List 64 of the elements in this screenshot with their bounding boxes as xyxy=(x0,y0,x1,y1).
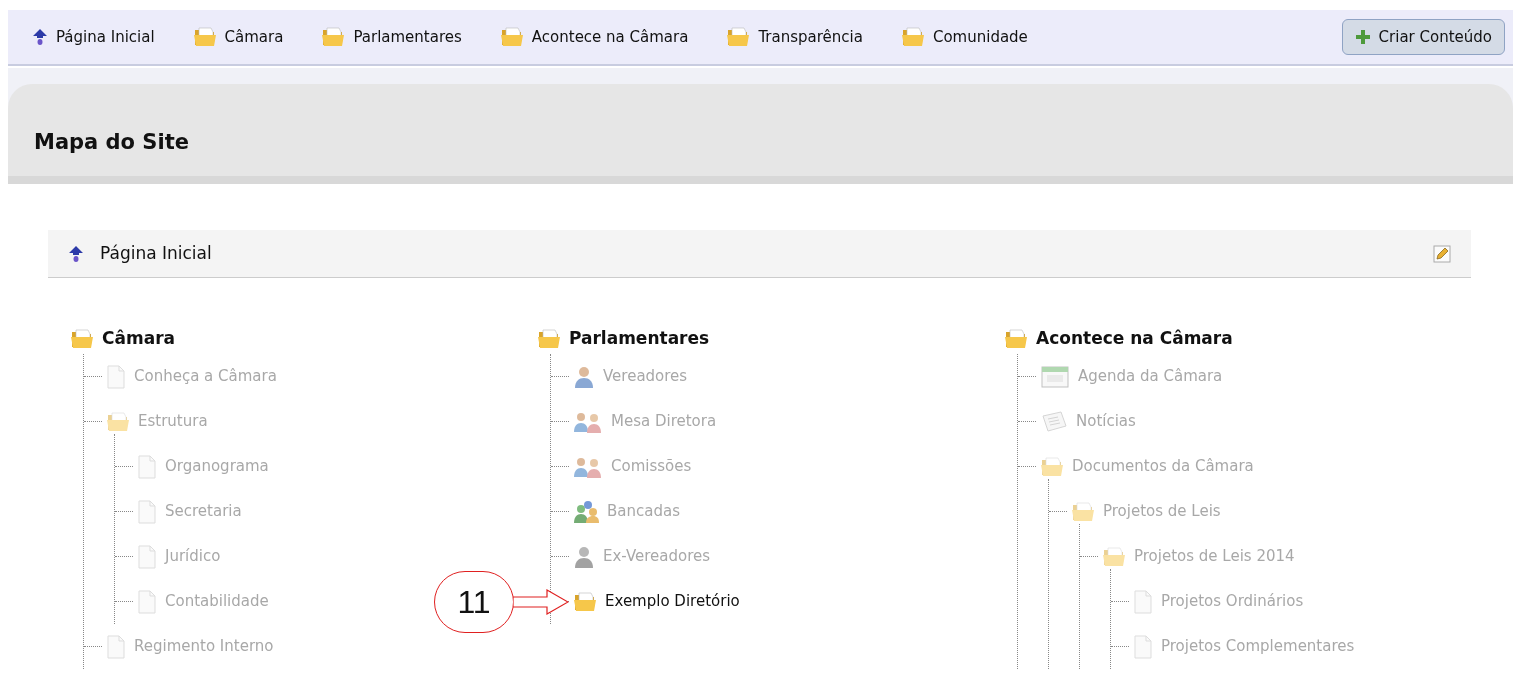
folder-icon xyxy=(499,26,524,48)
nav-link[interactable]: Transparência xyxy=(726,25,863,49)
newspaper-icon xyxy=(1040,409,1068,434)
tree-link[interactable]: Agenda da Câmara xyxy=(1078,365,1223,388)
root-link[interactable]: Página Inicial xyxy=(100,240,212,267)
person-icon xyxy=(573,364,595,389)
folder-icon xyxy=(537,328,561,350)
page-icon xyxy=(106,364,126,389)
page-icon xyxy=(1133,634,1153,659)
page-icon xyxy=(1133,589,1153,614)
tree-link[interactable]: Documentos da Câmara xyxy=(1072,455,1254,478)
callout-number: 11 xyxy=(434,570,514,633)
folder-icon xyxy=(573,590,597,613)
nav-link[interactable]: Acontece na Câmara xyxy=(499,25,689,49)
calendar-icon xyxy=(1040,364,1070,389)
page-title: Mapa do Site xyxy=(34,128,189,156)
nav-link[interactable]: Câmara xyxy=(192,25,284,49)
column-heading[interactable]: Acontece na Câmara xyxy=(1036,326,1233,352)
folder-icon xyxy=(1102,545,1126,568)
plus-icon xyxy=(1354,29,1371,45)
tree-link[interactable]: Organograma xyxy=(165,455,269,478)
folder-icon xyxy=(106,410,130,433)
tree-link[interactable]: Conheça a Câmara xyxy=(134,365,277,388)
tree-link[interactable]: Contabilidade xyxy=(165,590,269,613)
folder-icon xyxy=(1004,328,1028,350)
page-icon xyxy=(137,499,157,524)
home-arrow-icon xyxy=(32,28,48,46)
page-icon xyxy=(106,634,126,659)
column-heading[interactable]: Câmara xyxy=(102,326,175,352)
tree-link[interactable]: Ex-Vereadores xyxy=(603,545,711,568)
tree-link[interactable]: Secretaria xyxy=(165,500,242,523)
tree-link[interactable]: Jurídico xyxy=(165,545,221,568)
tree-link[interactable]: Projetos de Leis xyxy=(1103,500,1221,523)
group-icon xyxy=(573,499,599,524)
folder-icon xyxy=(70,328,94,350)
tree-link[interactable]: Estrutura xyxy=(138,410,208,433)
tree-link[interactable]: Bancadas xyxy=(607,500,680,523)
tree-link[interactable]: Mesa Diretora xyxy=(611,410,717,433)
home-arrow-icon xyxy=(68,244,84,263)
pencil-icon[interactable] xyxy=(1433,244,1451,263)
tree-link[interactable]: Vereadores xyxy=(603,365,688,388)
folder-icon xyxy=(900,26,925,48)
page-icon xyxy=(137,454,157,479)
tree-link[interactable]: Regimento Interno xyxy=(134,635,274,658)
tree-link[interactable]: Comissões xyxy=(611,455,692,478)
page-icon xyxy=(137,544,157,569)
tree-link[interactable]: Projetos Complementares xyxy=(1161,635,1355,658)
tree-link[interactable]: Exemplo Diretório xyxy=(605,590,740,613)
folder-icon xyxy=(321,26,346,48)
nav-link[interactable]: Página Inicial xyxy=(32,25,155,49)
person-icon xyxy=(573,544,595,569)
tree-link[interactable]: Projetos de Leis 2014 xyxy=(1134,545,1295,568)
tree-link[interactable]: Projetos Ordinários xyxy=(1161,590,1304,613)
callout-arrow xyxy=(513,588,569,615)
column-heading[interactable]: Parlamentares xyxy=(569,326,710,352)
folder-icon xyxy=(726,26,751,48)
folder-icon xyxy=(1040,455,1064,478)
page-icon xyxy=(137,589,157,614)
folder-icon xyxy=(1071,500,1095,523)
nav-link[interactable]: Parlamentares xyxy=(321,25,462,49)
folder-icon xyxy=(192,26,217,48)
nav-link[interactable]: Comunidade xyxy=(900,25,1028,49)
create-content-button[interactable]: Criar Conteúdo xyxy=(1341,19,1505,55)
tree-link[interactable]: Notícias xyxy=(1076,410,1136,433)
